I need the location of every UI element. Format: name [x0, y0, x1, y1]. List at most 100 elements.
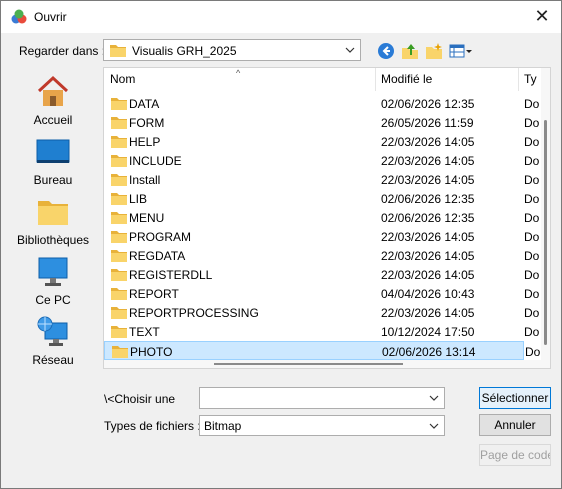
file-modified: 26/05/2026 11:59: [381, 116, 474, 130]
file-modified: 22/03/2026 14:05: [381, 268, 475, 282]
folder-icon: [111, 231, 127, 243]
folder-icon: [111, 269, 127, 281]
place-bibliotheques[interactable]: Bibliothèques: [7, 195, 99, 251]
file-type: Do: [524, 249, 540, 263]
file-name: INCLUDE: [129, 154, 182, 168]
file-modified: 22/03/2026 14:05: [381, 154, 475, 168]
file-name: TEXT: [129, 325, 160, 339]
place-accueil[interactable]: Accueil: [7, 75, 99, 131]
new-folder-icon[interactable]: [425, 42, 443, 60]
file-list[interactable]: ^ Nom Modifié le Ty DATA 02/06/2026 12:35…: [103, 67, 551, 369]
file-name: PHOTO: [130, 345, 173, 359]
file-type: Do: [524, 173, 540, 187]
cancel-button[interactable]: Annuler: [479, 414, 551, 436]
lookin-combo[interactable]: Visualis GRH_2025: [103, 39, 361, 61]
folder-icon: [111, 250, 127, 262]
filename-label: \<Choisir une: [104, 392, 176, 406]
file-type: Do: [524, 306, 540, 320]
back-icon[interactable]: [377, 42, 395, 60]
code-page-button[interactable]: Page de code...: [479, 444, 551, 466]
file-name: HELP: [129, 135, 161, 149]
file-type: Do: [524, 97, 540, 111]
folder-icon: [111, 155, 127, 167]
file-type: Do: [525, 345, 541, 359]
file-modified: 02/06/2026 12:35: [381, 211, 475, 225]
filetype-label: Types de fichiers :: [104, 419, 201, 433]
select-button[interactable]: Sélectionner: [479, 387, 551, 409]
network-icon: [37, 316, 68, 346]
chevron-down-icon: [429, 423, 439, 429]
computer-icon: [38, 257, 68, 286]
file-row[interactable]: REPORT 04/04/2026 10:43 Do: [104, 284, 539, 303]
file-name: REPORT: [129, 287, 179, 301]
folder-icon: [111, 174, 127, 186]
column-divider[interactable]: [518, 68, 519, 91]
file-row[interactable]: LIB 02/06/2026 12:35 Do: [104, 189, 539, 208]
folder-icon: [111, 136, 127, 148]
file-name: Install: [129, 173, 161, 187]
open-dialog: Ouvrir ✕ Regarder dans : Visualis GRH_20…: [0, 0, 562, 489]
file-row[interactable]: TEXT 10/12/2024 17:50 Do: [104, 322, 539, 341]
folder-icon: [111, 288, 127, 300]
folder-icon: [110, 45, 126, 57]
close-icon: ✕: [534, 5, 550, 26]
place-label: Ce PC: [35, 293, 71, 307]
places-bar: Accueil Bureau Bibliothèques Ce PC Résea…: [7, 67, 99, 459]
file-row[interactable]: PHOTO 02/06/2026 13:14 Do: [104, 341, 540, 360]
filetype-select[interactable]: Bitmap: [199, 415, 445, 436]
file-row[interactable]: REPORTPROCESSING 22/03/2026 14:05 Do: [104, 303, 539, 322]
up-folder-icon[interactable]: [401, 42, 419, 60]
file-row[interactable]: HELP 22/03/2026 14:05 Do: [104, 132, 539, 151]
file-row[interactable]: DATA 02/06/2026 12:35 Do: [104, 94, 539, 113]
column-modified[interactable]: Modifié le: [381, 72, 432, 86]
file-name: MENU: [129, 211, 165, 225]
file-row[interactable]: PROGRAM 22/03/2026 14:05 Do: [104, 227, 539, 246]
file-modified: 22/03/2026 14:05: [381, 306, 475, 320]
view-menu-icon[interactable]: [449, 42, 473, 60]
filetype-value: Bitmap: [204, 419, 242, 433]
column-type[interactable]: Ty: [524, 72, 537, 86]
close-button[interactable]: ✕: [529, 3, 555, 29]
folder-icon: [111, 212, 127, 224]
lookin-label: Regarder dans :: [19, 44, 106, 58]
file-row[interactable]: REGDATA 22/03/2026 14:05 Do: [104, 246, 539, 265]
file-type: Do: [524, 268, 540, 282]
file-type: Do: [524, 192, 540, 206]
column-divider[interactable]: [375, 68, 376, 91]
file-row[interactable]: MENU 02/06/2026 12:35 Do: [104, 208, 539, 227]
title-bar[interactable]: Ouvrir ✕: [1, 1, 561, 33]
scrollbar-thumb[interactable]: [214, 363, 403, 365]
file-name: REGDATA: [129, 249, 186, 263]
file-modified: 04/04/2026 10:43: [381, 287, 475, 301]
file-name: DATA: [129, 97, 160, 111]
chevron-down-icon: [345, 47, 355, 53]
place-label: Accueil: [33, 113, 73, 127]
file-modified: 22/03/2026 14:05: [381, 249, 475, 263]
lookin-value: Visualis GRH_2025: [132, 44, 237, 58]
chevron-down-icon: [429, 395, 439, 401]
file-row[interactable]: Install 22/03/2026 14:05 Do: [104, 170, 539, 189]
place-reseau[interactable]: Réseau: [7, 315, 99, 371]
list-header: ^ Nom Modifié le Ty: [104, 68, 550, 91]
file-modified: 02/06/2026 13:14: [382, 345, 476, 359]
file-modified: 22/03/2026 14:05: [381, 135, 475, 149]
place-label: Réseau: [32, 353, 74, 367]
filename-input[interactable]: [199, 387, 445, 409]
place-bureau[interactable]: Bureau: [7, 135, 99, 191]
column-name[interactable]: Nom: [110, 72, 135, 86]
scrollbar-thumb[interactable]: [544, 120, 547, 345]
file-row[interactable]: INCLUDE 22/03/2026 14:05 Do: [104, 151, 539, 170]
horizontal-scrollbar[interactable]: [104, 360, 541, 368]
file-modified: 10/12/2024 17:50: [381, 325, 475, 339]
place-label: Bureau: [33, 173, 73, 187]
libraries-icon: [38, 201, 68, 225]
file-row[interactable]: FORM 26/05/2026 11:59 Do: [104, 113, 539, 132]
file-modified: 02/06/2026 12:35: [381, 192, 475, 206]
file-type: Do: [524, 135, 540, 149]
folder-icon: [111, 98, 127, 110]
file-row[interactable]: REGISTERDLL 22/03/2026 14:05 Do: [104, 265, 539, 284]
folder-icon: [112, 346, 128, 358]
place-ce-pc[interactable]: Ce PC: [7, 255, 99, 311]
folder-icon: [111, 117, 127, 129]
vertical-scrollbar[interactable]: [541, 68, 550, 368]
